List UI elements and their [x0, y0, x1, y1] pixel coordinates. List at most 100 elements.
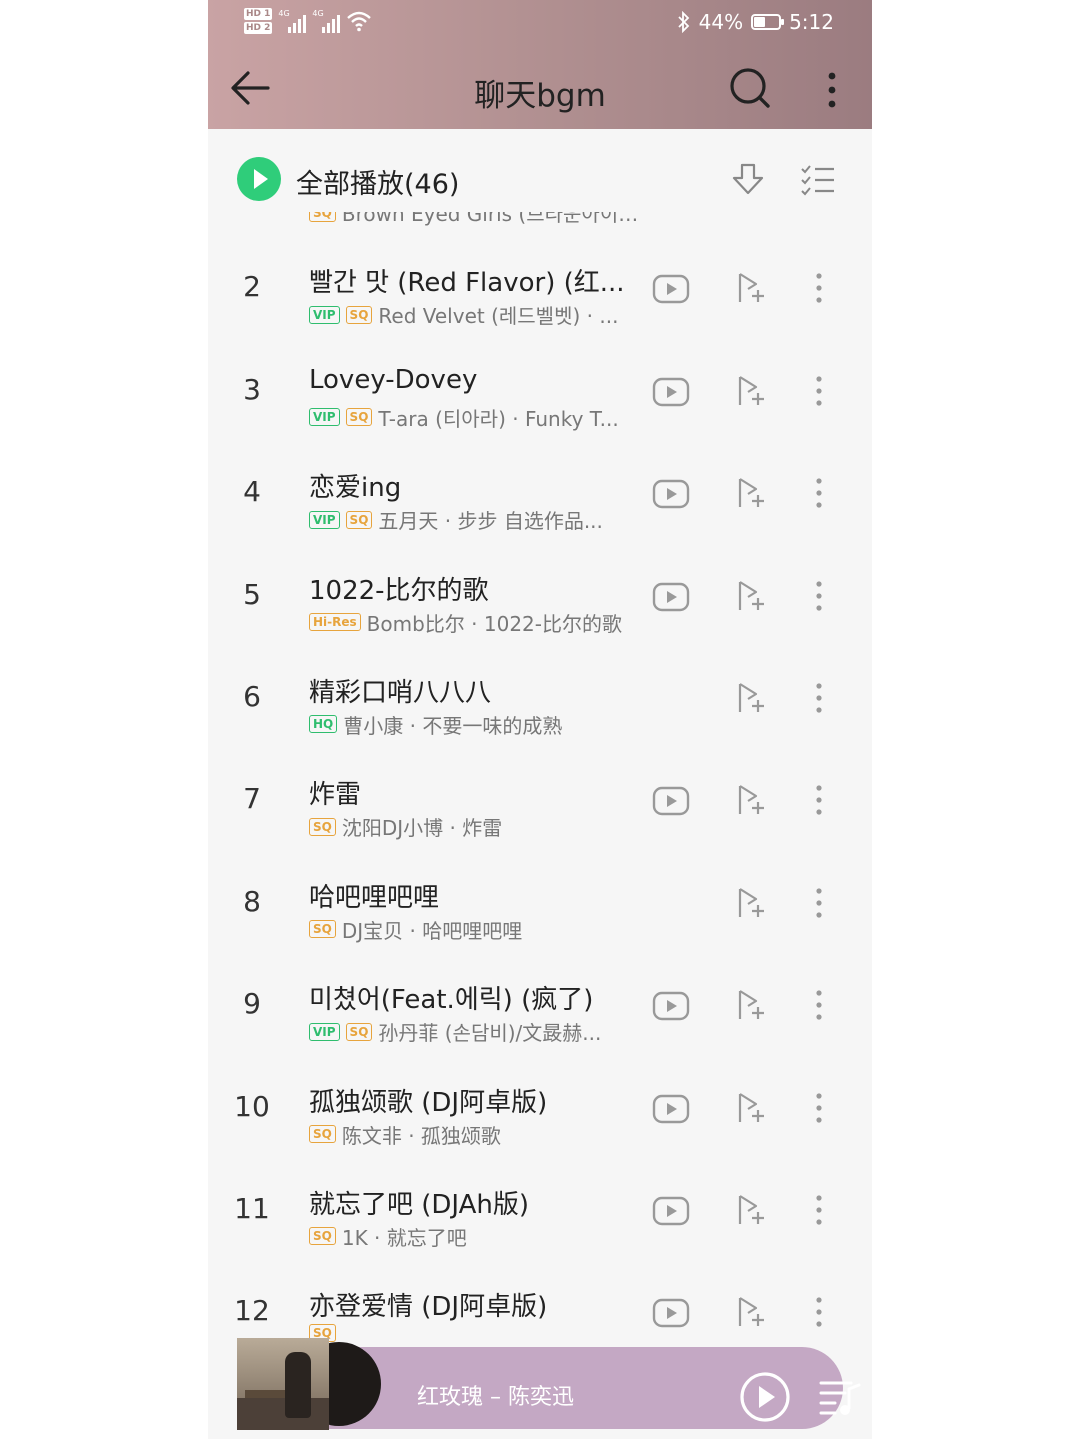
song-title[interactable]: 미쳤어(Feat.에릭) (疯了) — [309, 979, 639, 1016]
song-artist: Brown Eyed Girls (브라운아이드걸스... — [341, 212, 639, 226]
sq-badge: SQ — [309, 817, 336, 836]
hires-badge: Hi-Res — [309, 613, 361, 632]
song-artist: 五月天 · 步步 自选作品... — [378, 509, 603, 534]
song-artist: T-ara (티아라) · Funky T... — [378, 406, 619, 431]
mv-play-icon[interactable] — [652, 582, 690, 612]
song-more-icon[interactable] — [810, 782, 828, 818]
mv-play-icon[interactable] — [652, 377, 690, 407]
song-more-icon[interactable] — [810, 270, 828, 306]
add-to-queue-icon[interactable] — [736, 680, 770, 716]
mini-player[interactable]: 红玫瑰 – 陈奕迅 — [237, 1338, 861, 1430]
add-to-queue-icon[interactable] — [736, 987, 770, 1023]
song-number: 3 — [243, 372, 261, 406]
play-circle-icon[interactable] — [237, 157, 281, 201]
download-icon[interactable] — [730, 162, 766, 198]
song-more-icon[interactable] — [810, 885, 828, 921]
song-number: 5 — [243, 577, 261, 611]
song-list[interactable]: 1어쩌다 (怎么办)SQBrown Eyed Girls (브라운아이드걸스..… — [208, 212, 872, 1342]
battery-icon — [751, 14, 785, 30]
song-more-icon[interactable] — [810, 1192, 828, 1228]
song-row[interactable]: 12 亦登爱情 (DJ阿卓版) SQ — [208, 1266, 872, 1342]
song-row[interactable]: 9 미쳤어(Feat.에릭) (疯了) VIP SQ 孙丹菲 (손담비)/文晸赫... — [208, 959, 872, 1061]
song-number: 7 — [243, 782, 261, 816]
song-more-icon[interactable] — [810, 1090, 828, 1126]
mv-play-icon[interactable] — [652, 1298, 690, 1328]
bluetooth-icon — [677, 11, 689, 33]
song-number: 4 — [243, 475, 261, 509]
mv-play-icon[interactable] — [652, 1094, 690, 1124]
sq-badge: SQ — [345, 510, 373, 529]
add-to-queue-icon[interactable] — [736, 270, 770, 306]
add-to-queue-icon[interactable] — [736, 885, 770, 921]
status-right: 44% 5:12 — [677, 10, 834, 34]
song-row[interactable]: 7 炸雷 SQ 沈阳DJ小博 · 炸雷 — [208, 754, 872, 856]
song-more-icon[interactable] — [810, 680, 828, 716]
hq-badge: HQ — [309, 715, 338, 734]
song-row[interactable]: 6 精彩口哨八八八 HQ 曹小康 · 不要一味的成熟 — [208, 652, 872, 754]
add-to-queue-icon[interactable] — [736, 475, 770, 511]
sq-badge: SQ — [309, 920, 336, 939]
song-subtitle: HQ 曹小康 · 不要一味的成熟 — [309, 710, 639, 739]
song-artist: DJ宝贝 · 哈吧哩吧哩 — [341, 918, 523, 943]
song-row[interactable]: 10 孤独颂歌 (DJ阿卓版) SQ 陈文非 · 孤独颂歌 — [208, 1062, 872, 1164]
song-number: 2 — [243, 270, 261, 304]
song-number: 12 — [234, 1294, 270, 1328]
mv-play-icon[interactable] — [652, 1196, 690, 1226]
song-title[interactable]: 亦登爱情 (DJ阿卓版) — [309, 1286, 639, 1323]
add-to-queue-icon[interactable] — [736, 578, 770, 614]
battery-percent: 44% — [698, 10, 744, 34]
vip-badge: VIP — [309, 1022, 340, 1041]
song-more-icon[interactable] — [810, 987, 828, 1023]
song-more-icon[interactable] — [810, 475, 828, 511]
sq-badge: SQ — [345, 1022, 373, 1041]
mv-play-icon[interactable] — [652, 786, 690, 816]
add-to-queue-icon[interactable] — [736, 782, 770, 818]
playlist-icon[interactable] — [819, 1377, 861, 1417]
song-artist: Bomb比尔 · 1022-比尔的歌 — [366, 611, 622, 636]
add-to-queue-icon[interactable] — [736, 373, 770, 409]
phone-screen: HD 1 HD 2 4G 4G 44% 5:12 聊天bgm 全部播放(46) … — [208, 0, 872, 1439]
song-title[interactable]: 哈吧哩吧哩 — [309, 877, 639, 914]
play-icon[interactable] — [739, 1371, 791, 1423]
song-subtitle: VIP SQ T-ara (티아라) · Funky T... — [309, 403, 639, 432]
search-icon[interactable] — [728, 66, 772, 110]
signal-2-label: 4G — [312, 9, 324, 18]
sq-badge: SQ — [345, 408, 373, 427]
mv-play-icon[interactable] — [652, 479, 690, 509]
song-title[interactable]: 1022-比尔的歌 — [309, 570, 639, 607]
song-title[interactable]: 就忘了吧 (DJAh版) — [309, 1184, 639, 1221]
song-more-icon[interactable] — [810, 1294, 828, 1330]
mv-play-icon[interactable] — [652, 274, 690, 304]
song-row[interactable]: 2 빨간 맛 (Red Flavor) (红... VIP SQ Red Velvet … — [208, 242, 872, 344]
add-to-queue-icon[interactable] — [736, 1090, 770, 1126]
song-title[interactable]: 炸雷 — [309, 774, 639, 811]
play-all-row[interactable]: 全部播放(46) — [208, 150, 872, 210]
song-title[interactable]: 孤独颂歌 (DJ阿卓版) — [309, 1082, 639, 1119]
song-row[interactable]: 8 哈吧哩吧哩 SQ DJ宝贝 · 哈吧哩吧哩 — [208, 857, 872, 959]
more-vertical-icon[interactable] — [820, 68, 844, 112]
multi-select-icon[interactable] — [800, 164, 836, 196]
song-row[interactable]: 1어쩌다 (怎么办)SQBrown Eyed Girls (브라운아이드걸스..… — [208, 212, 872, 242]
song-row[interactable]: 5 1022-比尔的歌 Hi-Res Bomb比尔 · 1022-比尔的歌 — [208, 550, 872, 652]
album-cover[interactable] — [237, 1338, 329, 1430]
song-row[interactable]: 4 恋爱ing VIP SQ 五月天 · 步步 自选作品... — [208, 447, 872, 549]
play-all-label[interactable]: 全部播放(46) — [296, 162, 459, 201]
song-title[interactable]: 빨간 맛 (Red Flavor) (红... — [309, 262, 639, 299]
header: HD 1 HD 2 4G 4G 44% 5:12 聊天bgm — [208, 0, 872, 129]
song-row[interactable]: 3 Lovey-Dovey VIP SQ T-ara (티아라) · Funky T..… — [208, 345, 872, 447]
album-cover-art — [237, 1338, 329, 1430]
now-playing-label[interactable]: 红玫瑰 – 陈奕迅 — [417, 1379, 574, 1411]
song-title[interactable]: 精彩口哨八八八 — [309, 672, 639, 709]
song-artist: Red Velvet (레드벨벳) · ... — [378, 304, 619, 329]
mv-play-icon[interactable] — [652, 991, 690, 1021]
song-title[interactable]: 恋爱ing — [309, 467, 639, 504]
song-title[interactable]: Lovey-Dovey — [309, 365, 639, 395]
song-more-icon[interactable] — [810, 373, 828, 409]
song-row[interactable]: 11 就忘了吧 (DJAh版) SQ 1K · 就忘了吧 — [208, 1164, 872, 1266]
song-more-icon[interactable] — [810, 578, 828, 614]
status-left: HD 1 HD 2 4G 4G — [244, 8, 372, 34]
status-bar: HD 1 HD 2 4G 4G 44% 5:12 — [208, 0, 872, 48]
song-artist: 1K · 就忘了吧 — [341, 1225, 467, 1250]
add-to-queue-icon[interactable] — [736, 1294, 770, 1330]
add-to-queue-icon[interactable] — [736, 1192, 770, 1228]
